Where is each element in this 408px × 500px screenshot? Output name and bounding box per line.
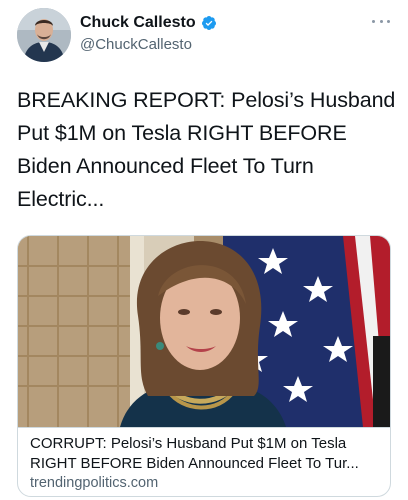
link-preview-card[interactable]: CORRUPT: Pelosi’s Husband Put $1M on Tes… [17, 235, 391, 497]
card-title[interactable]: CORRUPT: Pelosi’s Husband Put $1M on Tes… [30, 434, 382, 474]
verified-badge-icon [201, 15, 217, 31]
author-name-row[interactable]: Chuck Callesto [80, 14, 217, 32]
card-domain[interactable]: trendingpolitics.com [30, 475, 158, 491]
more-dot [379, 19, 383, 23]
more-dot [387, 19, 390, 23]
tweet-text: BREAKING REPORT: Pelosi’s Husband Put $1… [17, 88, 396, 211]
tweet[interactable]: Chuck Callesto @ChuckCallesto BREAKING R… [0, 0, 408, 500]
author-handle[interactable]: @ChuckCallesto [80, 36, 192, 53]
more-dot [372, 19, 375, 23]
more-horizontal-icon[interactable] [372, 16, 390, 26]
avatar[interactable] [17, 8, 71, 62]
article-photo[interactable] [18, 236, 390, 427]
author-display-name[interactable]: Chuck Callesto [80, 14, 196, 32]
card-meta[interactable]: CORRUPT: Pelosi’s Husband Put $1M on Tes… [18, 427, 390, 496]
